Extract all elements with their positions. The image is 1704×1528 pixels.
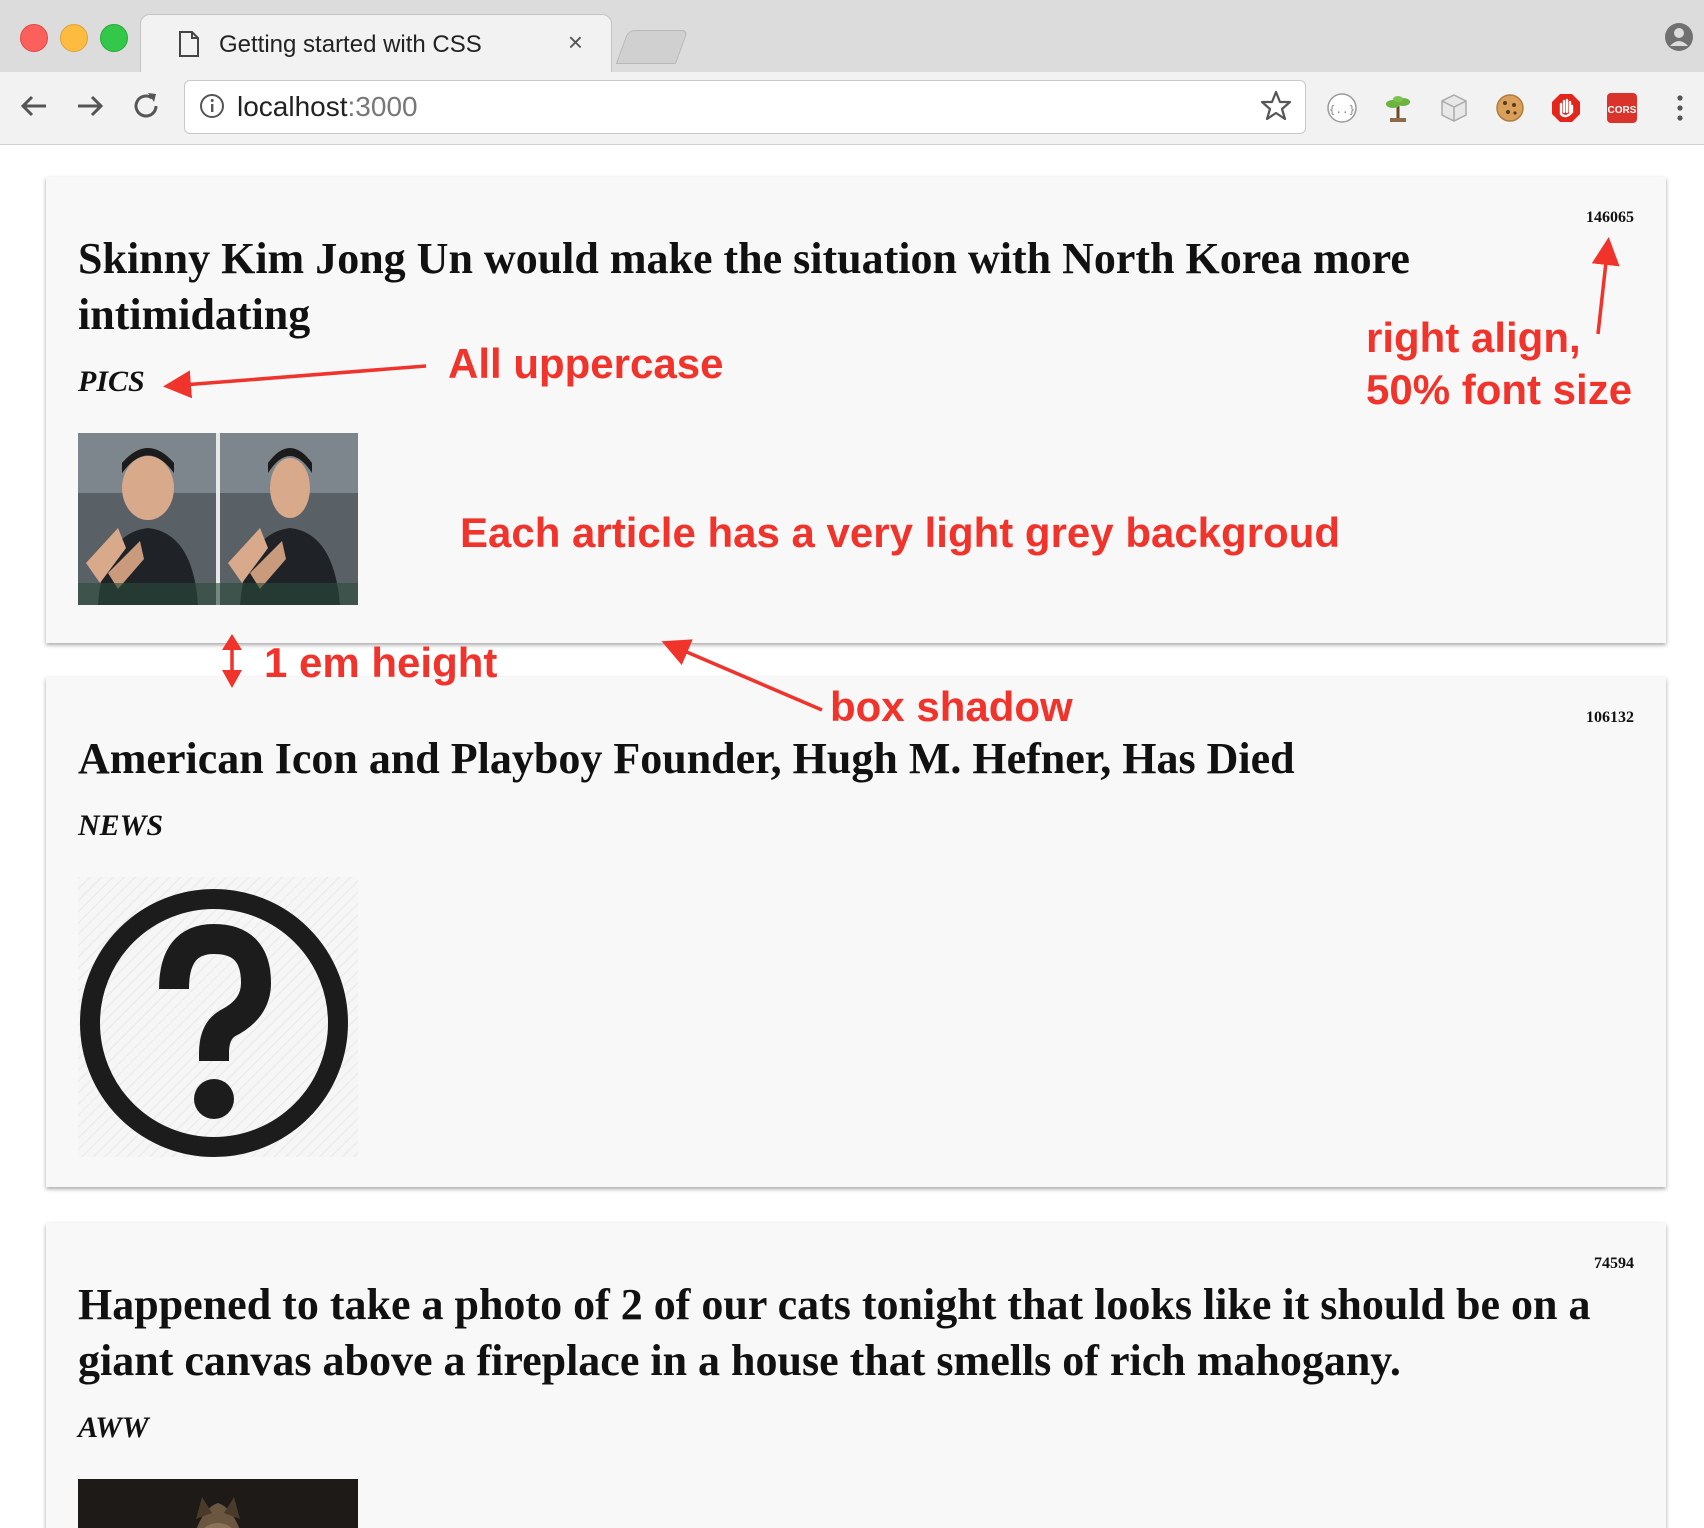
- article-title[interactable]: American Icon and Playboy Founder, Hugh …: [78, 731, 1538, 787]
- minimize-window-button[interactable]: [60, 24, 88, 52]
- star-icon[interactable]: [1259, 89, 1293, 123]
- article-score: 146065: [1586, 209, 1634, 226]
- menu-icon[interactable]: [1664, 92, 1696, 124]
- document-icon: [179, 31, 199, 57]
- new-tab-button[interactable]: [615, 30, 689, 64]
- article-subreddit[interactable]: NEWS: [78, 809, 163, 843]
- article-score: 74594: [1594, 1255, 1634, 1272]
- json-formatter-icon[interactable]: {..}: [1326, 92, 1358, 124]
- cors-label: CORS: [1608, 105, 1637, 116]
- tab-active[interactable]: Getting started with CSS ×: [140, 14, 612, 73]
- article-thumbnail[interactable]: [78, 1479, 358, 1528]
- article-card: 74594 Happened to take a photo of 2 of o…: [46, 1223, 1666, 1528]
- article-card: 106132 American Icon and Playboy Founder…: [46, 677, 1666, 1187]
- url-port: :3000: [347, 91, 418, 122]
- stop-hand-icon[interactable]: [1550, 92, 1582, 124]
- close-window-button[interactable]: [20, 24, 48, 52]
- article-title[interactable]: Happened to take a photo of 2 of our cat…: [78, 1277, 1638, 1389]
- question-mark-icon[interactable]: [78, 877, 358, 1157]
- article-subreddit[interactable]: AWW: [78, 1411, 149, 1445]
- forward-icon[interactable]: [72, 88, 108, 124]
- browser-toolbar: localhost:3000 {..} CORS: [0, 72, 1704, 145]
- cube-icon[interactable]: [1438, 92, 1470, 124]
- article-card: 146065 Skinny Kim Jong Un would make the…: [46, 177, 1666, 643]
- svg-text:{..}: {..}: [1329, 103, 1356, 116]
- info-icon[interactable]: [199, 93, 225, 119]
- close-icon[interactable]: ×: [568, 27, 583, 57]
- url-host: localhost: [237, 91, 348, 122]
- cookie-icon[interactable]: [1494, 92, 1526, 124]
- article-score: 106132: [1586, 709, 1634, 726]
- page-content: 146065 Skinny Kim Jong Un would make the…: [0, 145, 1704, 1528]
- back-icon[interactable]: [16, 88, 52, 124]
- tab-bar: Getting started with CSS ×: [0, 0, 1704, 73]
- address-bar[interactable]: localhost:3000: [184, 80, 1306, 134]
- bonsai-icon[interactable]: [1382, 92, 1414, 124]
- url-text[interactable]: localhost:3000: [237, 91, 418, 123]
- profile-icon[interactable]: [1664, 22, 1694, 52]
- article-subreddit[interactable]: PICS: [78, 365, 145, 399]
- cors-icon[interactable]: CORS: [1606, 92, 1638, 124]
- tab-title: Getting started with CSS: [219, 31, 482, 58]
- reload-icon[interactable]: [128, 88, 164, 124]
- article-thumbnail[interactable]: [78, 433, 358, 605]
- maximize-window-button[interactable]: [100, 24, 128, 52]
- article-title[interactable]: Skinny Kim Jong Un would make the situat…: [78, 231, 1538, 343]
